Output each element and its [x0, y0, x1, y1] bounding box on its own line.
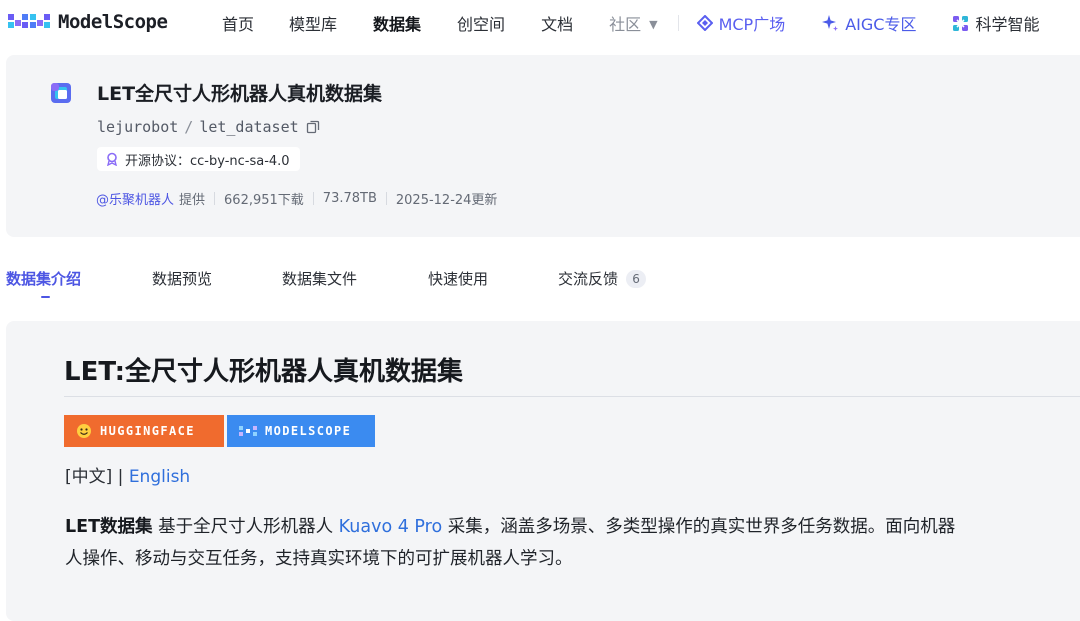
- modelscope-badge-label: MODELSCOPE: [265, 424, 352, 438]
- license-icon: [105, 152, 119, 166]
- tab-feedback[interactable]: 交流反馈 6: [558, 268, 647, 289]
- meta-divider: [385, 192, 387, 205]
- top-navigation: ModelScope 首页 模型库 数据集 创空间 文档 社区 ▼ MCP广场: [0, 0, 1080, 46]
- nav-mcp-plaza[interactable]: MCP广场: [696, 11, 786, 35]
- dataset-size: 73.78TB: [322, 191, 377, 206]
- nav-aigc-zone[interactable]: AIGC专区: [821, 11, 916, 35]
- language-separator: |: [112, 467, 129, 487]
- language-current: [中文]: [65, 467, 113, 487]
- path-separator: /: [184, 118, 194, 136]
- nav-mcp-label: MCP广场: [718, 15, 786, 34]
- tab-feedback-label: 交流反馈: [558, 270, 619, 288]
- readme-heading: LET:全尺寸人形机器人真机数据集: [64, 357, 464, 387]
- dataset-owner[interactable]: lejurobot: [97, 118, 178, 136]
- dataset-name: let_dataset: [199, 118, 299, 136]
- modelscope-badge[interactable]: MODELSCOPE: [227, 415, 375, 447]
- tab-data-preview[interactable]: 数据预览: [152, 268, 212, 289]
- intro-paragraph: LET数据集 基于全尺寸人形机器人 Kuavo 4 Pro 采集，涵盖多场景、多…: [65, 511, 965, 575]
- nav-community-label: 社区: [609, 15, 642, 34]
- heading-divider: [64, 396, 1080, 397]
- mcp-icon: [696, 15, 713, 31]
- tab-dataset-files[interactable]: 数据集文件: [282, 268, 357, 289]
- intro-text-1: 基于全尺寸人形机器人: [152, 517, 339, 537]
- huggingface-badge-label: HUGGINGFACE: [100, 424, 195, 438]
- nav-home[interactable]: 首页: [222, 11, 254, 35]
- dataset-header-card: LET全尺寸人形机器人真机数据集 lejurobot / let_dataset…: [6, 55, 1080, 237]
- nav-divider: [677, 15, 679, 31]
- nav-studios[interactable]: 创空间: [457, 11, 505, 35]
- modelscope-logo[interactable]: ModelScope: [6, 10, 168, 34]
- provider-org-link[interactable]: @乐聚机器人: [96, 189, 174, 208]
- meta-divider: [312, 192, 314, 205]
- license-tag[interactable]: 开源协议：cc-by-nc-sa-4.0: [97, 147, 300, 171]
- nav-science-label: 科学智能: [975, 15, 1040, 34]
- english-link[interactable]: English: [129, 467, 190, 487]
- brand-name: ModelScope: [58, 11, 168, 33]
- updated-date: 2025-12-24更新: [395, 193, 498, 208]
- tab-quick-start[interactable]: 快速使用: [428, 268, 488, 289]
- dataset-tabs: 数据集介绍 数据预览 数据集文件 快速使用 交流反馈 6: [0, 262, 1080, 302]
- provider-suffix: 提供: [179, 193, 206, 208]
- nav-models[interactable]: 模型库: [289, 11, 337, 35]
- modelscope-logo-icon: [8, 14, 50, 28]
- huggingface-icon: [76, 423, 92, 439]
- main-nav: 首页 模型库 数据集 创空间 文档 社区 ▼ MCP广场 AIGC专区 科学智能: [222, 0, 1039, 46]
- nav-community[interactable]: 社区 ▼: [609, 11, 657, 35]
- caret-down-icon: ▼: [649, 18, 658, 31]
- nav-datasets[interactable]: 数据集: [373, 11, 421, 35]
- dataset-meta: @乐聚机器人 提供 662,951下载 73.78TB 2025-12-24更新: [96, 189, 497, 208]
- science-icon: [952, 15, 969, 32]
- language-switch: [中文] | English: [65, 462, 190, 487]
- active-tab-indicator: [41, 296, 50, 298]
- nav-aigc-label: AIGC专区: [845, 15, 917, 34]
- readme-content: LET:全尺寸人形机器人真机数据集 HUGGINGFACE MODELSCOPE…: [6, 321, 1080, 621]
- modelscope-badge-icon: [239, 425, 257, 437]
- tab-dataset-intro[interactable]: 数据集介绍: [6, 268, 81, 289]
- license-label: 开源协议：cc-by-nc-sa-4.0: [125, 153, 290, 169]
- meta-divider: [214, 192, 216, 205]
- nav-docs[interactable]: 文档: [541, 11, 573, 35]
- dataset-title: LET全尺寸人形机器人真机数据集: [97, 83, 383, 105]
- download-count: 662,951下载: [224, 193, 304, 208]
- huggingface-badge[interactable]: HUGGINGFACE: [64, 415, 224, 447]
- feedback-count-badge: 6: [626, 270, 647, 288]
- sparkle-icon: [821, 14, 839, 32]
- copy-icon[interactable]: [306, 120, 320, 134]
- dataset-icon: [51, 83, 71, 103]
- kuavo-link[interactable]: Kuavo 4 Pro: [339, 517, 443, 537]
- nav-science-ai[interactable]: 科学智能: [952, 11, 1039, 35]
- intro-bold-term: LET数据集: [65, 517, 153, 537]
- dataset-path: lejurobot / let_dataset: [97, 118, 320, 136]
